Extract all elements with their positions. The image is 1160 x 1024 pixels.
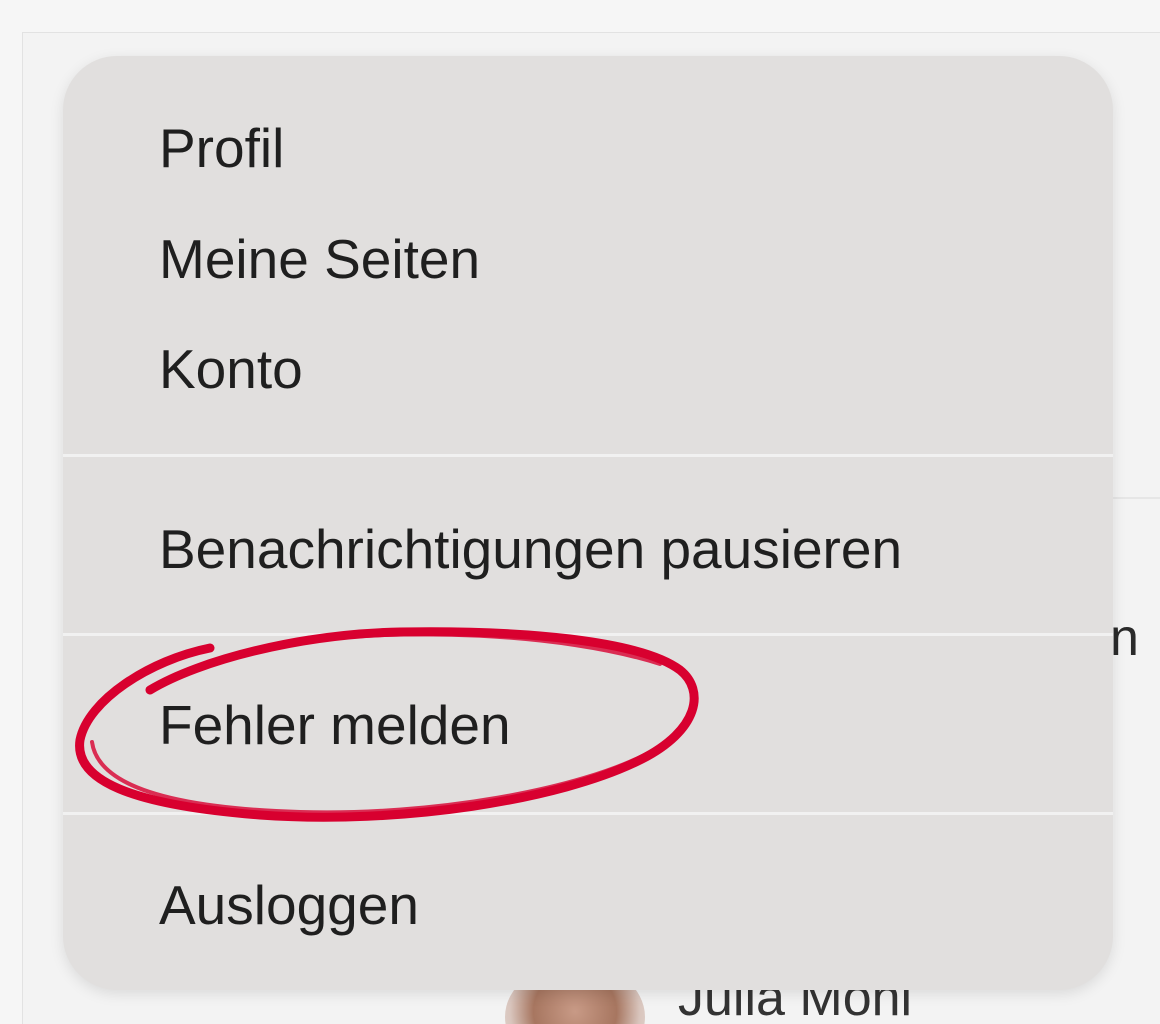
menu-item-account[interactable]: Konto: [159, 342, 303, 397]
menu-item-pause-notifications[interactable]: Benachrichtigungen pausieren: [159, 522, 902, 577]
menu-item-logout[interactable]: Ausloggen: [159, 878, 419, 933]
menu-divider: [63, 812, 1113, 815]
menu-item-my-pages[interactable]: Meine Seiten: [159, 232, 480, 287]
screenshot-stage: n Julia Möhl Profil Meine Seiten Konto B…: [0, 0, 1160, 1024]
menu-divider: [63, 633, 1113, 636]
menu-item-profile[interactable]: Profil: [159, 121, 284, 176]
underlying-partial-text: n: [1110, 609, 1139, 667]
menu-item-report-bug[interactable]: Fehler melden: [159, 698, 511, 753]
menu-divider: [63, 454, 1113, 457]
account-dropdown-menu: Profil Meine Seiten Konto Benachrichtigu…: [63, 56, 1113, 990]
underlying-divider: [1110, 497, 1160, 499]
